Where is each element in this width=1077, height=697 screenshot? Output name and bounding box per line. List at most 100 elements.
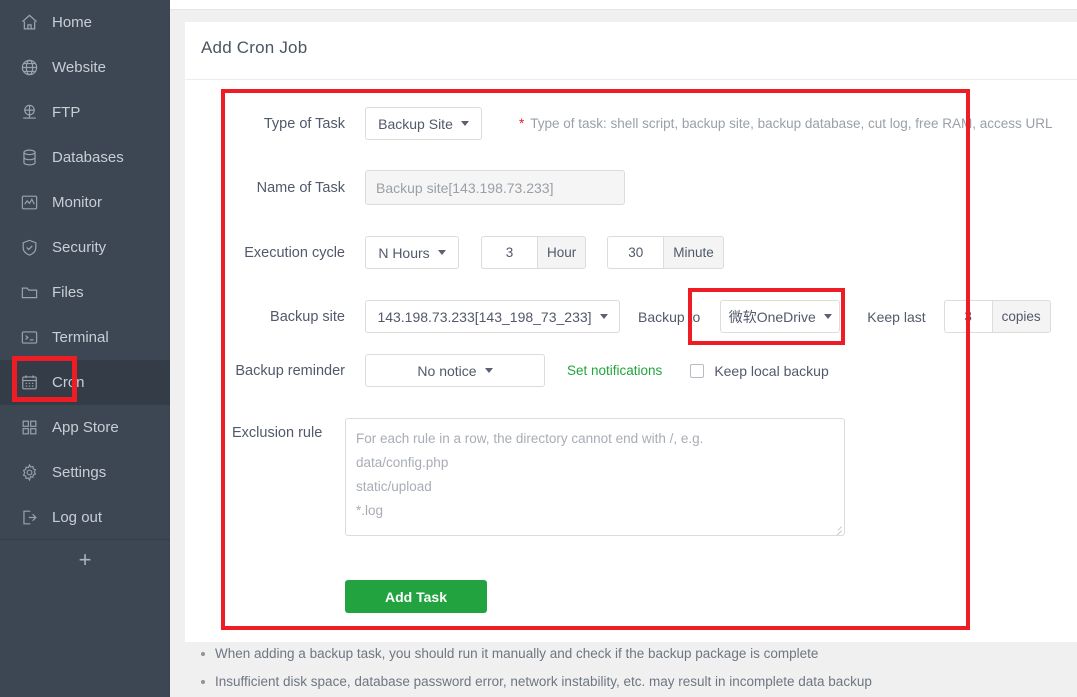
resize-grip-icon[interactable] xyxy=(832,523,842,533)
sidebar-item-files[interactable]: Files xyxy=(0,270,170,315)
type-of-task-hint: * Type of task: shell script, backup site… xyxy=(519,116,1053,131)
database-icon xyxy=(18,147,40,169)
sidebar-item-log-out[interactable]: Log out xyxy=(0,495,170,540)
exclusion-rule-textarea[interactable]: For each rule in a row, the directory ca… xyxy=(345,418,845,536)
execution-cycle-minute-input[interactable]: 30 xyxy=(607,236,664,269)
backup-to-select[interactable]: 微软OneDrive xyxy=(720,300,841,333)
chevron-down-icon xyxy=(599,314,608,319)
sidebar-item-label: Terminal xyxy=(52,329,109,346)
grid-icon xyxy=(18,417,40,439)
type-of-task-label: Type of Task xyxy=(263,115,345,132)
sidebar-item-ftp[interactable]: FTP xyxy=(0,90,170,135)
sidebar-item-label: App Store xyxy=(52,419,119,436)
sidebar: Home Website FTP Databases Monitor Secur… xyxy=(0,0,170,697)
sidebar-item-label: Databases xyxy=(52,149,124,166)
execution-cycle-minute-group: 30 Minute xyxy=(607,236,724,269)
folder-icon xyxy=(18,282,40,304)
keep-last-label: Keep last xyxy=(867,308,926,325)
keep-last-input[interactable]: 3 xyxy=(943,300,992,333)
backup-reminder-value: No notice xyxy=(417,362,477,379)
globe-icon xyxy=(18,57,40,79)
type-of-task-value: Backup Site xyxy=(378,115,453,132)
chevron-down-icon xyxy=(484,368,493,373)
execution-cycle-hour-suffix: Hour xyxy=(537,236,587,269)
set-notifications-link[interactable]: Set notifications xyxy=(567,363,662,378)
sidebar-item-label: Files xyxy=(52,284,84,301)
sidebar-item-settings[interactable]: Settings xyxy=(0,450,170,495)
backup-to-label: Backup to xyxy=(638,308,701,325)
sidebar-item-label: FTP xyxy=(52,104,81,121)
note-item: Insufficient disk space, database passwo… xyxy=(185,674,1077,689)
execution-cycle-minute-suffix: Minute xyxy=(663,236,724,269)
exclusion-rule-placeholder-line: data/config.php xyxy=(356,455,449,470)
topbar xyxy=(170,0,1077,10)
note-item: When adding a backup task, you should ru… xyxy=(185,646,1077,661)
sidebar-item-terminal[interactable]: Terminal xyxy=(0,315,170,360)
sidebar-item-label: Log out xyxy=(52,509,103,526)
name-of-task-label: Name of Task xyxy=(256,179,345,196)
bullet-icon xyxy=(201,680,205,684)
backup-site-select[interactable]: 143.198.73.233[143_198_73_233] xyxy=(365,300,620,333)
type-of-task-hint-text: Type of task: shell script, backup site,… xyxy=(530,116,1053,131)
row-type-of-task: Type of Task Backup Site * Type of task: … xyxy=(240,107,1060,140)
sidebar-item-label: Settings xyxy=(52,464,107,481)
chevron-down-icon xyxy=(437,250,446,255)
name-of-task-value: Backup site[143.198.73.233] xyxy=(376,179,554,196)
home-icon xyxy=(18,12,40,34)
sidebar-item-label: Monitor xyxy=(52,194,103,211)
execution-cycle-hour-input[interactable]: 3 xyxy=(481,236,537,269)
sidebar-item-security[interactable]: Security xyxy=(0,225,170,270)
keep-last-suffix: copies xyxy=(991,300,1051,333)
logout-icon xyxy=(18,507,40,529)
keep-last-group: 3 copies xyxy=(943,300,1051,333)
sidebar-item-label: Security xyxy=(52,239,107,256)
backup-site-value: 143.198.73.233[143_198_73_233] xyxy=(377,308,592,325)
name-of-task-input[interactable]: Backup site[143.198.73.233] xyxy=(365,170,625,205)
chevron-down-icon xyxy=(460,121,469,126)
title-divider xyxy=(185,79,1077,80)
exclusion-rule-label: Exclusion rule xyxy=(232,425,323,441)
chevron-down-icon xyxy=(823,314,832,319)
sidebar-item-label: Website xyxy=(52,59,106,76)
monitor-icon xyxy=(18,192,40,214)
add-task-button[interactable]: Add Task xyxy=(345,580,487,613)
row-exclusion-rule: Exclusion rule xyxy=(232,423,342,443)
content-gap xyxy=(170,11,1077,22)
sidebar-item-website[interactable]: Website xyxy=(0,45,170,90)
backup-site-label: Backup site xyxy=(270,308,345,325)
exclusion-rule-placeholder-line: static/upload xyxy=(356,479,432,494)
ftp-icon xyxy=(18,102,40,124)
sidebar-item-monitor[interactable]: Monitor xyxy=(0,180,170,225)
bullet-icon xyxy=(201,652,205,656)
row-execution-cycle: Execution cycle N Hours 3 Hour 30 Minute xyxy=(225,236,825,269)
sidebar-item-app-store[interactable]: App Store xyxy=(0,405,170,450)
execution-cycle-value: N Hours xyxy=(378,244,430,261)
sidebar-item-cron[interactable]: Cron xyxy=(0,360,170,405)
terminal-icon xyxy=(18,327,40,349)
add-site-button[interactable]: + xyxy=(0,540,170,580)
add-task-button-label: Add Task xyxy=(385,588,447,605)
row-name-of-task: Name of Task Backup site[143.198.73.233] xyxy=(240,170,840,205)
exclusion-rule-placeholder-line: For each rule in a row, the directory ca… xyxy=(356,431,704,446)
row-backup-destination: Backup site 143.198.73.233[143_198_73_23… xyxy=(245,300,1075,333)
backup-reminder-select[interactable]: No notice xyxy=(365,354,545,387)
execution-cycle-label: Execution cycle xyxy=(244,244,345,261)
sidebar-item-databases[interactable]: Databases xyxy=(0,135,170,180)
app-root: Home Website FTP Databases Monitor Secur… xyxy=(0,0,1077,697)
execution-cycle-select[interactable]: N Hours xyxy=(365,236,459,269)
note-text: When adding a backup task, you should ru… xyxy=(215,646,819,661)
sidebar-item-label: Home xyxy=(52,14,93,31)
type-of-task-select[interactable]: Backup Site xyxy=(365,107,482,140)
note-text: Insufficient disk space, database passwo… xyxy=(215,674,872,689)
footer-notes: When adding a backup task, you should ru… xyxy=(185,646,1077,697)
sidebar-item-label: Cron xyxy=(52,374,85,391)
gear-icon xyxy=(18,462,40,484)
page-title: Add Cron Job xyxy=(201,38,308,57)
required-star: * xyxy=(519,116,525,131)
shield-icon xyxy=(18,237,40,259)
keep-local-backup-label: Keep local backup xyxy=(714,362,829,379)
backup-to-value: 微软OneDrive xyxy=(728,308,816,325)
sidebar-item-home[interactable]: Home xyxy=(0,0,170,45)
execution-cycle-hour-group: 3 Hour xyxy=(481,236,587,269)
keep-local-backup-checkbox[interactable] xyxy=(690,363,705,378)
